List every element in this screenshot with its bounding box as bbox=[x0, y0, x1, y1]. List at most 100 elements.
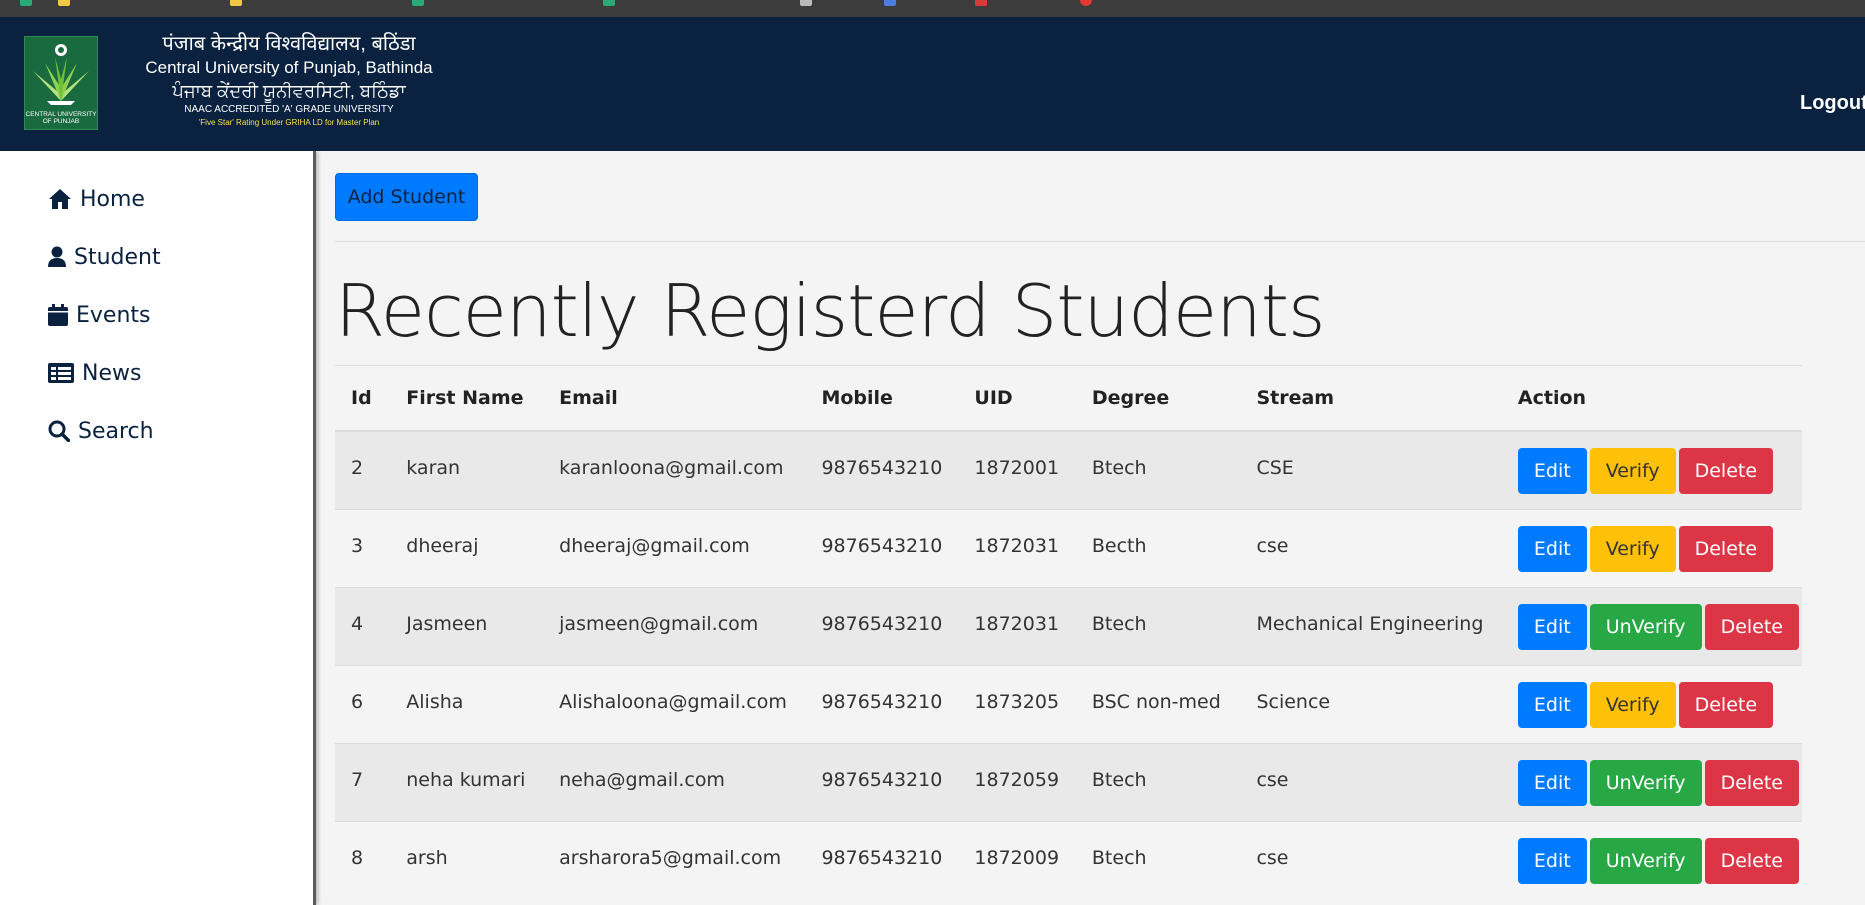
university-name-block: पंजाब केन्द्रीय विश्वविद्यालय, बठिंडा Ce… bbox=[104, 31, 474, 128]
bookmark-icon[interactable] bbox=[1080, 0, 1092, 6]
cell-id: 6 bbox=[335, 665, 391, 743]
column-header: Stream bbox=[1240, 366, 1502, 432]
unverify-button[interactable]: UnVerify bbox=[1589, 759, 1702, 806]
column-header: Degree bbox=[1075, 366, 1241, 432]
cell-email: dheeraj@gmail.com bbox=[543, 509, 806, 587]
column-header: First Name bbox=[390, 366, 544, 432]
newspaper-icon bbox=[48, 363, 74, 383]
cell-mobile: 9876543210 bbox=[805, 821, 959, 899]
unverify-button[interactable]: UnVerify bbox=[1589, 603, 1702, 650]
cell-uid: 1872001 bbox=[958, 431, 1076, 509]
cell-mobile: 9876543210 bbox=[805, 509, 959, 587]
sidebar-item-label: Events bbox=[76, 302, 151, 328]
browser-bookmarks-bar bbox=[0, 0, 1865, 17]
table-row: 6 Alisha Alishaloona@gmail.com 9876543210 18… bbox=[335, 665, 1802, 743]
verify-button[interactable]: Verify bbox=[1589, 525, 1676, 572]
unverify-button[interactable]: UnVerify bbox=[1589, 837, 1702, 884]
bookmark-icon[interactable] bbox=[230, 0, 242, 6]
user-icon bbox=[48, 246, 66, 267]
bookmark-icon[interactable] bbox=[58, 0, 70, 6]
cell-uid: 1872059 bbox=[958, 743, 1076, 821]
table-row: 3 dheeraj dheeraj@gmail.com 9876543210 18720… bbox=[335, 509, 1802, 587]
sidebar-item-home[interactable]: Home bbox=[48, 182, 145, 216]
bookmark-icon[interactable] bbox=[884, 0, 896, 6]
home-icon bbox=[49, 189, 71, 209]
cell-degree: Btech bbox=[1075, 743, 1241, 821]
cell-degree: Btech bbox=[1075, 431, 1241, 509]
logo-text: CENTRAL UNIVERSITY OF PUNJAB bbox=[25, 111, 97, 125]
university-logo: CENTRAL UNIVERSITY OF PUNJAB bbox=[24, 36, 98, 130]
add-student-button[interactable]: Add Student bbox=[335, 173, 478, 221]
bookmark-icon[interactable] bbox=[975, 0, 987, 6]
column-header: Email bbox=[543, 366, 806, 432]
verify-button[interactable]: Verify bbox=[1589, 681, 1676, 728]
sidebar: Home Student Events News Search bbox=[0, 151, 316, 905]
cell-id: 8 bbox=[335, 821, 391, 899]
bookmark-icon[interactable] bbox=[800, 0, 812, 6]
logo-emblem-icon bbox=[33, 44, 89, 105]
main-content: Add Student Recently Registerd Students … bbox=[335, 151, 1865, 905]
cell-stream: cse bbox=[1240, 821, 1502, 899]
cell-mobile: 9876543210 bbox=[805, 587, 959, 665]
table-header-row: Id First Name Email Mobile UID Degree Stream Ac… bbox=[335, 366, 1802, 432]
bookmark-icon[interactable] bbox=[20, 0, 32, 6]
edit-button[interactable]: Edit bbox=[1517, 525, 1587, 572]
cell-id: 4 bbox=[335, 587, 391, 665]
table-row: 4 Jasmeen jasmeen@gmail.com 9876543210 18720… bbox=[335, 587, 1802, 665]
cell-uid: 1872031 bbox=[958, 587, 1076, 665]
cell-actions: Edit Verify Delete bbox=[1501, 509, 1802, 587]
cell-email: arsharora5@gmail.com bbox=[543, 821, 806, 899]
sidebar-item-label: News bbox=[82, 360, 142, 386]
cell-actions: Edit UnVerify Delete bbox=[1501, 587, 1802, 665]
sidebar-item-student[interactable]: Student bbox=[48, 240, 161, 274]
cell-stream: cse bbox=[1240, 743, 1502, 821]
edit-button[interactable]: Edit bbox=[1517, 759, 1587, 806]
rating-text: 'Five Star' Rating Under GRIHA LD for Ma… bbox=[198, 118, 380, 127]
cell-first-name: Alisha bbox=[390, 665, 544, 743]
cell-uid: 1872031 bbox=[958, 509, 1076, 587]
cell-actions: Edit UnVerify Delete bbox=[1501, 821, 1802, 899]
sidebar-item-search[interactable]: Search bbox=[48, 414, 154, 448]
edit-button[interactable]: Edit bbox=[1517, 448, 1587, 494]
cell-id: 2 bbox=[335, 431, 391, 509]
bookmark-icon[interactable] bbox=[603, 0, 615, 6]
university-name-hindi: पंजाब केन्द्रीय विश्वविद्यालय, बठिंडा bbox=[162, 33, 416, 55]
cell-stream: cse bbox=[1240, 509, 1502, 587]
cell-uid: 1873205 bbox=[958, 665, 1076, 743]
column-header: UID bbox=[958, 366, 1076, 432]
divider bbox=[335, 241, 1865, 242]
edit-button[interactable]: Edit bbox=[1517, 837, 1587, 884]
cell-id: 3 bbox=[335, 509, 391, 587]
university-name-english: Central University of Punjab, Bathinda bbox=[145, 58, 433, 77]
cell-mobile: 9876543210 bbox=[805, 665, 959, 743]
edit-button[interactable]: Edit bbox=[1517, 603, 1587, 650]
sidebar-item-events[interactable]: Events bbox=[48, 298, 151, 332]
logout-link[interactable]: Logout bbox=[1800, 92, 1865, 115]
delete-button[interactable]: Delete bbox=[1678, 448, 1774, 494]
bookmark-icon[interactable] bbox=[412, 0, 424, 6]
delete-button[interactable]: Delete bbox=[1704, 603, 1799, 650]
search-icon bbox=[48, 420, 70, 442]
sidebar-item-label: Search bbox=[78, 418, 154, 444]
verify-button[interactable]: Verify bbox=[1589, 448, 1676, 494]
cell-stream: Science bbox=[1240, 665, 1502, 743]
cell-email: karanloona@gmail.com bbox=[543, 431, 806, 509]
delete-button[interactable]: Delete bbox=[1678, 525, 1774, 572]
cell-actions: Edit Verify Delete bbox=[1501, 665, 1802, 743]
cell-degree: Becth bbox=[1075, 509, 1241, 587]
column-header: Mobile bbox=[805, 366, 959, 432]
cell-email: jasmeen@gmail.com bbox=[543, 587, 806, 665]
delete-button[interactable]: Delete bbox=[1704, 837, 1799, 884]
cell-actions: Edit Verify Delete bbox=[1501, 431, 1802, 509]
edit-button[interactable]: Edit bbox=[1517, 681, 1587, 728]
cell-first-name: Jasmeen bbox=[390, 587, 544, 665]
delete-button[interactable]: Delete bbox=[1704, 759, 1799, 806]
cell-id: 7 bbox=[335, 743, 391, 821]
cell-email: neha@gmail.com bbox=[543, 743, 806, 821]
cell-first-name: karan bbox=[390, 431, 544, 509]
table-row: 2 karan karanloona@gmail.com 9876543210 1872… bbox=[335, 431, 1802, 509]
page-title: Recently Registerd Students bbox=[335, 269, 1326, 353]
column-header: Id bbox=[335, 366, 391, 432]
sidebar-item-news[interactable]: News bbox=[48, 356, 141, 390]
delete-button[interactable]: Delete bbox=[1678, 681, 1774, 728]
